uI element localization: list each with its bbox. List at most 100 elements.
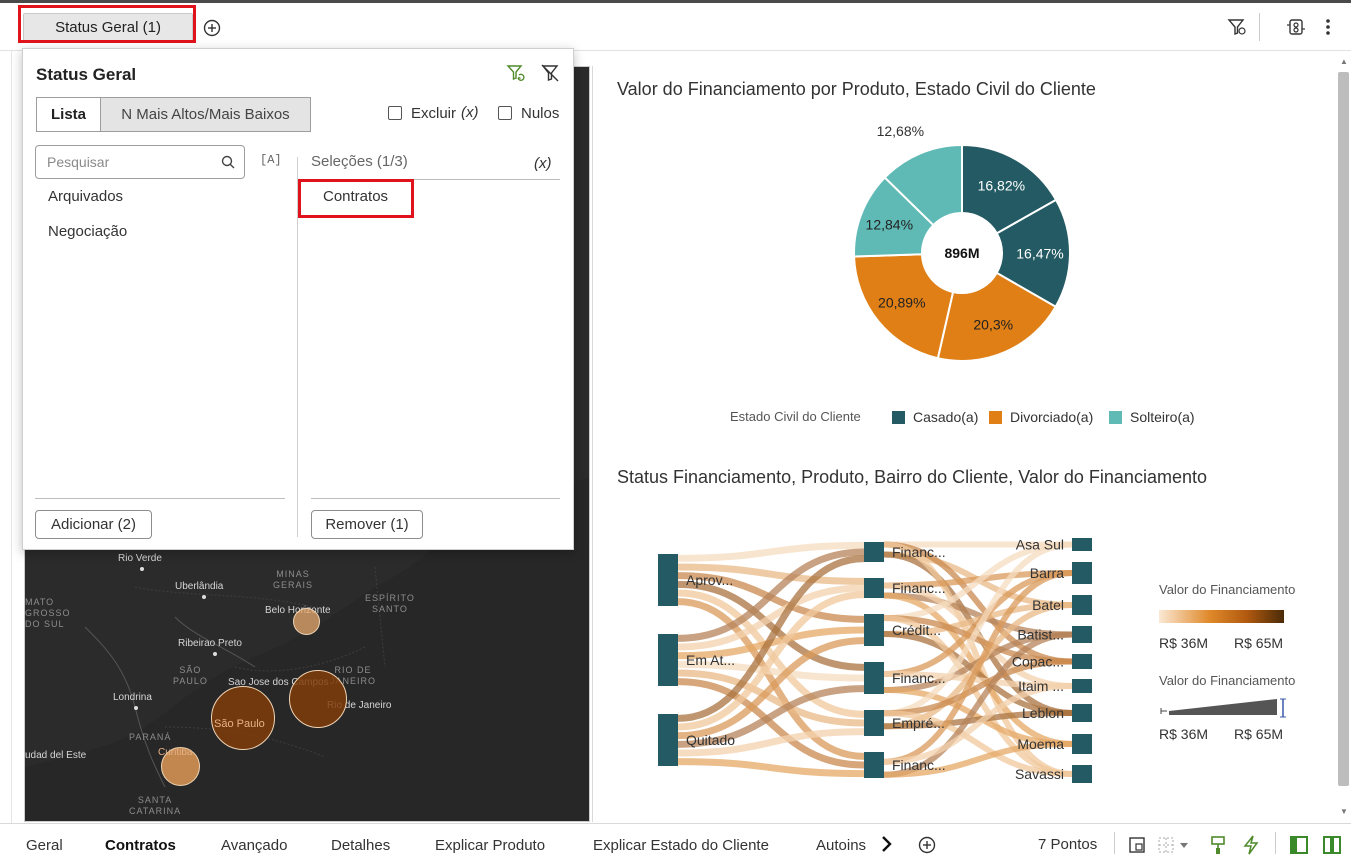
grid-dropdown-icon[interactable] xyxy=(1157,835,1191,855)
sankey-node[interactable] xyxy=(1072,562,1092,584)
vertical-scrollbar[interactable] xyxy=(1338,72,1349,786)
nulls-checkbox[interactable] xyxy=(498,106,512,120)
sankey-color-legend-title: Valor do Financiamento xyxy=(1159,582,1296,597)
legend-label: Solteiro(a) xyxy=(1130,409,1195,425)
sankey-node[interactable] xyxy=(658,714,678,766)
scroll-up-icon[interactable]: ▲ xyxy=(1339,56,1349,66)
sankey-node[interactable] xyxy=(658,554,678,606)
filter-bar: Status Geral (1) xyxy=(0,3,1351,51)
donut-chart[interactable]: 16,82% 16,47% 20,3% 20,89% 12,84% 12,68% 896M xyxy=(596,126,1336,446)
mode-list-button[interactable]: Lista xyxy=(36,97,101,132)
map-label-curitiba: Curitiba xyxy=(158,747,193,758)
sankey-node-label: Financ... xyxy=(892,580,946,596)
map-region-santa-catarina: SANTA CATARINA xyxy=(129,795,182,816)
sankey-node[interactable] xyxy=(1072,595,1092,615)
map-region-minas: MINAS GERAIS xyxy=(273,569,314,590)
donut-slice-label: 12,68% xyxy=(877,126,924,139)
sankey-size-max: R$ 65M xyxy=(1234,726,1284,742)
bubble-rio-de-janeiro[interactable] xyxy=(289,670,347,728)
toolbar-divider xyxy=(1114,832,1115,854)
highlight-box xyxy=(18,5,196,43)
selections-var-icon[interactable]: (x) xyxy=(534,155,552,172)
sankey-node[interactable] xyxy=(658,634,678,686)
apply-filter-icon[interactable] xyxy=(505,62,527,84)
mode-topn-button[interactable]: N Mais Altos/Mais Baixos xyxy=(100,97,311,132)
clear-filter-icon[interactable] xyxy=(539,62,561,84)
sankey-color-gradient xyxy=(1159,610,1284,623)
canvas-margin xyxy=(0,51,12,823)
format-paint-icon[interactable] xyxy=(1207,834,1229,856)
sankey-node[interactable] xyxy=(864,662,884,694)
panel-left-icon[interactable] xyxy=(1288,834,1310,856)
exclude-var-icon[interactable]: (x) xyxy=(461,104,479,121)
sankey-node-label: Crédit... xyxy=(892,622,941,638)
sankey-node[interactable] xyxy=(864,710,884,736)
sankey-color-min: R$ 36M xyxy=(1159,635,1209,651)
sankey-node-label: Em At... xyxy=(686,652,735,668)
tab-autoins[interactable]: Autoins xyxy=(816,837,870,854)
filter-settings-icon[interactable] xyxy=(1226,16,1248,38)
sankey-node-label: Savassi xyxy=(1015,766,1064,782)
donut-slice-label: 16,82% xyxy=(978,178,1025,194)
filter-popup-title: Status Geral xyxy=(36,65,137,84)
search-input[interactable]: Pesquisar xyxy=(35,145,245,179)
sankey-node[interactable] xyxy=(864,614,884,646)
sankey-node[interactable] xyxy=(1072,679,1092,693)
map-label-sao-paulo: São Paulo xyxy=(214,718,265,730)
properties-icon[interactable] xyxy=(1285,16,1307,38)
sankey-node[interactable] xyxy=(1072,538,1092,551)
sankey-node-label: Financ... xyxy=(892,670,946,686)
sankey-node[interactable] xyxy=(864,542,884,562)
sankey-node[interactable] xyxy=(864,752,884,778)
panel-right-icon[interactable] xyxy=(1321,834,1343,856)
donut-center-label: 896M xyxy=(944,245,979,261)
tab-avancado[interactable]: Avançado xyxy=(221,837,287,854)
more-options-icon[interactable] xyxy=(1319,16,1337,38)
map-label-londrina: Londrina xyxy=(113,692,152,703)
donut-slice-label: 20,89% xyxy=(878,295,925,311)
points-label: 7 Pontos xyxy=(1038,836,1098,853)
footer-divider-left xyxy=(35,498,285,499)
tab-detalhes[interactable]: Detalhes xyxy=(331,837,390,854)
map-label-rio-verde: Rio Verde xyxy=(118,553,162,564)
scroll-down-icon[interactable]: ▼ xyxy=(1339,806,1349,816)
add-filter-icon[interactable] xyxy=(202,18,222,38)
sankey-node[interactable] xyxy=(1072,734,1092,754)
sankey-node-label: Batist... xyxy=(1017,627,1064,643)
toolbar-divider xyxy=(1259,13,1260,41)
bubble-belo-horizonte[interactable] xyxy=(293,608,320,635)
chevron-right-icon[interactable] xyxy=(877,834,895,854)
search-icon xyxy=(221,155,235,169)
tab-contratos[interactable]: Contratos xyxy=(105,837,176,854)
sankey-node[interactable] xyxy=(1072,626,1092,643)
sankey-size-legend-title: Valor do Financiamento xyxy=(1159,673,1296,688)
charts-panel: Valor do Financiamento por Produto, Esta… xyxy=(596,66,1336,822)
exclude-label: Excluir xyxy=(411,105,457,122)
sankey-node[interactable] xyxy=(1072,765,1092,783)
sankey-chart[interactable]: Aprov... Em At... Quitado Financ... Financ..… xyxy=(646,532,1166,812)
sankey-node-label: Copac... xyxy=(1012,654,1064,670)
sankey-node-label: Aprov... xyxy=(686,572,733,588)
sankey-node-label: Asa Sul xyxy=(1016,537,1064,553)
list-item-negociacao[interactable]: Negociação xyxy=(48,223,127,240)
auto-apply-icon[interactable] xyxy=(1240,834,1262,856)
add-button[interactable]: Adicionar (2) xyxy=(35,510,152,539)
tab-explicar-produto[interactable]: Explicar Produto xyxy=(435,837,545,854)
tab-geral[interactable]: Geral xyxy=(26,837,63,854)
sankey-node[interactable] xyxy=(864,578,884,598)
tab-explicar-estado[interactable]: Explicar Estado do Cliente xyxy=(593,837,769,854)
exclude-checkbox[interactable] xyxy=(388,106,402,120)
legend-swatch xyxy=(1109,411,1122,424)
legend-item-divorciado[interactable]: Divorciado(a) xyxy=(989,409,1093,425)
list-item-arquivados[interactable]: Arquivados xyxy=(48,188,123,205)
sankey-node[interactable] xyxy=(1072,654,1092,669)
page-layout-icon[interactable] xyxy=(1127,835,1147,855)
legend-item-casado[interactable]: Casado(a) xyxy=(892,409,978,425)
sankey-size-ramp xyxy=(1160,698,1286,718)
add-canvas-icon[interactable] xyxy=(917,835,937,855)
sankey-node[interactable] xyxy=(1072,704,1092,722)
legend-swatch xyxy=(989,411,1002,424)
remove-button[interactable]: Remover (1) xyxy=(311,510,423,539)
case-sensitive-icon[interactable]: [A] xyxy=(260,153,282,167)
legend-item-solteiro[interactable]: Solteiro(a) xyxy=(1109,409,1195,425)
